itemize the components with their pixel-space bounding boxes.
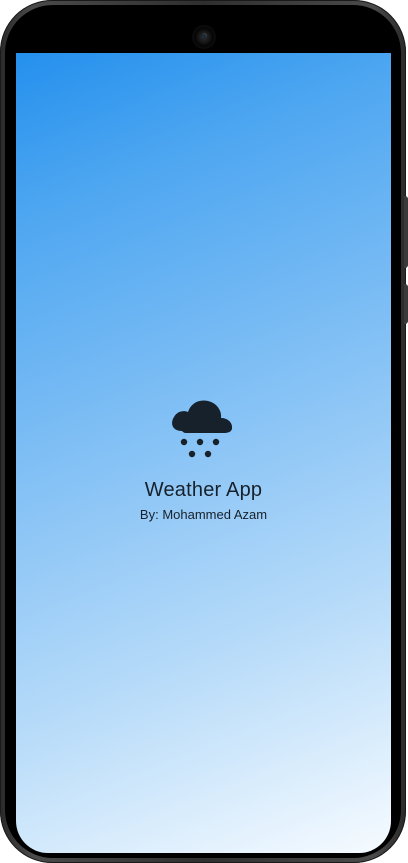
front-camera-icon [194,27,214,47]
side-button-bottom [404,284,408,324]
cloud-snow-icon [171,400,232,458]
phone-frame: Weather App By: Mohammed Azam [0,0,408,863]
splash-content: Weather App By: Mohammed Azam [16,383,391,523]
app-title: Weather App [144,479,263,501]
app-screen: Weather App By: Mohammed Azam [16,53,391,853]
app-author: By: Mohammed Azam [139,507,268,522]
side-button-top [404,196,408,268]
